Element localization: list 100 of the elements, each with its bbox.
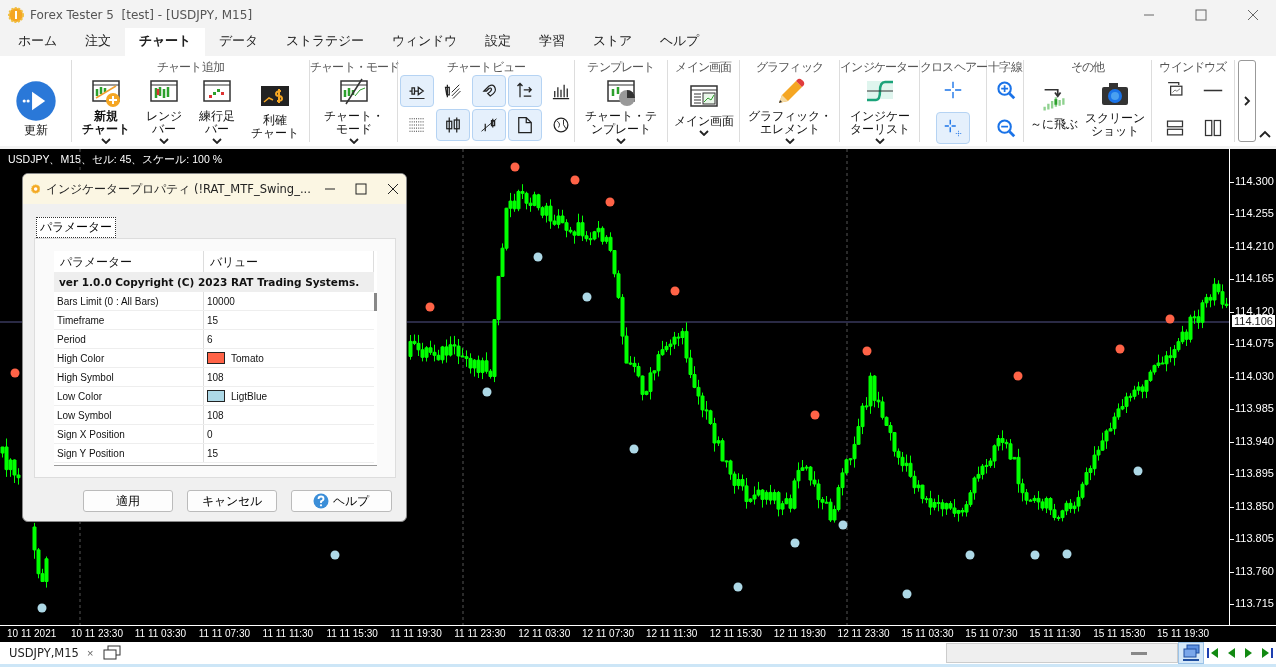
ribbon-button[interactable]: インジケー ターリスト [848, 74, 911, 146]
toolbar-button[interactable] [472, 75, 506, 107]
table-cell: Sign Y Position [54, 444, 204, 462]
app-logo-icon [8, 7, 24, 23]
layers-icon[interactable] [1178, 642, 1204, 664]
price-label: 113.895 [1235, 467, 1274, 480]
table-cell: High Color [54, 349, 204, 367]
ribbon-button[interactable]: ～に飛ぶ [1028, 83, 1079, 133]
scrollbar[interactable] [946, 643, 1178, 663]
zoom-in-icon [995, 79, 1017, 101]
table-cell: Low Symbol [54, 406, 204, 424]
price-label: 114.120 [1235, 304, 1274, 317]
zoom-out-icon [995, 117, 1017, 139]
time-label: 12 11 07:30 [582, 627, 636, 641]
column-header: パラメーター [54, 251, 204, 272]
crosshair-icon [942, 117, 964, 139]
ribbon-button[interactable]: メイン画面 [672, 78, 735, 138]
table-cell: LigtBlue [231, 390, 268, 402]
menu-tab[interactable]: 学習 [525, 28, 579, 56]
crosshair-icon [942, 79, 964, 101]
time-label: 11 11 07:30 [198, 627, 251, 641]
price-label: 114.300 [1235, 175, 1274, 187]
dotted-grid-icon [407, 115, 427, 135]
ribbon-button[interactable]: 練行足 バー [197, 74, 236, 146]
table-cell: Period [54, 330, 204, 348]
time-label: 10 11 23:30 [70, 627, 124, 641]
menu-tab[interactable]: ストラテジー [272, 28, 378, 56]
ribbon-button[interactable]: レンジ バー [145, 74, 184, 146]
ribbon-button[interactable]: チャート・ モード [322, 74, 385, 146]
time-label: 12 11 15:30 [709, 627, 763, 641]
time-label: 10 11 2021 [7, 627, 58, 641]
time-label: 12 11 23:30 [837, 627, 891, 641]
table-cell-text: 108 [206, 409, 224, 421]
price-label: 113.985 [1235, 402, 1274, 415]
price-label: 114.075 [1235, 337, 1274, 350]
chart-tab[interactable]: USDJPY,M15 [9, 646, 79, 660]
group-label: チャートビュー [445, 60, 527, 74]
current-price-label: 114.106 [1232, 315, 1275, 327]
group-label: メイン画面 [674, 60, 733, 74]
collapse-icon[interactable] [1259, 130, 1271, 138]
toolbar-button[interactable] [508, 75, 542, 107]
column-header: バリュー [204, 251, 374, 272]
close-button[interactable]: × [86, 647, 94, 659]
dialog-tab[interactable]: パラメーター [36, 217, 116, 238]
table-cell: Tomato [231, 352, 264, 364]
ribbon-button[interactable]: 利確 チャート [249, 78, 300, 142]
group-label: テンプレート [586, 60, 656, 74]
chevron-right-icon [1243, 96, 1251, 106]
dialog-button[interactable]: キャンセル [186, 490, 277, 512]
toolbar-button[interactable] [436, 109, 470, 141]
table-cell-text: 10000 [206, 295, 235, 307]
menu-tab[interactable]: データ [205, 28, 272, 56]
toolbar-button[interactable] [400, 75, 434, 107]
time-label: 12 11 11:30 [645, 627, 699, 641]
gear-icon [31, 181, 41, 197]
ribbon-button[interactable]: チャート・テ ンプレート [584, 74, 658, 146]
menu-tab[interactable]: ウィンドウ [378, 28, 471, 56]
table-cell: Low Color [54, 387, 204, 405]
price-label: 113.760 [1235, 564, 1274, 577]
play-circle-icon [14, 79, 57, 122]
menu-tab[interactable]: ヘルプ [646, 28, 713, 56]
dialog-button[interactable]: ヘルプ [290, 490, 392, 512]
group-label: グラフィック [754, 60, 825, 74]
windows-icon[interactable] [103, 645, 122, 661]
menu-tab[interactable]: ホーム [4, 28, 71, 56]
ribbon-button[interactable]: グラフィック・ エレメント [746, 74, 833, 146]
ribbon-button[interactable]: 新規 チャート [81, 74, 132, 146]
group-label: インジケーター [840, 60, 919, 74]
menu-tab[interactable]: ストア [579, 28, 646, 56]
tile-vertical-icon [1203, 118, 1223, 138]
toolbar-button[interactable] [472, 109, 506, 141]
toolbar-button[interactable] [508, 109, 542, 141]
time-label: 11 11 19:30 [390, 627, 443, 641]
group-label: チャート追加 [155, 60, 226, 74]
time-label: 11 11 03:30 [134, 627, 188, 641]
candles-icon [443, 115, 463, 135]
table-cell: Timeframe [54, 311, 204, 329]
maximize-icon [1195, 9, 1207, 21]
menu-tab[interactable]: 設定 [471, 28, 525, 56]
dialog-title: インジケータープロパティ (!RAT_MTF_Swing_... [46, 181, 311, 197]
table-cell-text: 6 [206, 333, 213, 345]
dialog-button[interactable]: 適用 [83, 490, 173, 512]
ribbon-button[interactable]: スクリーン ショット [1084, 76, 1147, 140]
time-label: 15 11 11:30 [1029, 627, 1082, 641]
time-label: 11 11 11:30 [262, 627, 315, 641]
time-label: 15 11 15:30 [1093, 627, 1147, 641]
price-label: 113.940 [1235, 434, 1274, 447]
menu-tab[interactable]: 注文 [71, 28, 125, 56]
price-label: 113.850 [1235, 499, 1274, 512]
menu-tab[interactable]: チャート [125, 28, 205, 56]
group-row: ver 1.0.0 Copyright (C) 2023 RAT Trading Systems. [54, 273, 374, 292]
minimize-icon [323, 188, 336, 190]
group-label: チャート・モード [310, 60, 397, 74]
table-cell: Bars Limit (0 : All Bars) [54, 292, 204, 310]
price-label: 113.715 [1235, 596, 1274, 609]
price-label: 114.210 [1235, 239, 1274, 252]
ribbon-button[interactable]: 更新 [13, 77, 58, 139]
table-cell-text: 15 [206, 447, 219, 459]
globe-icon [551, 115, 571, 135]
table-cell-text: 0 [206, 428, 213, 440]
